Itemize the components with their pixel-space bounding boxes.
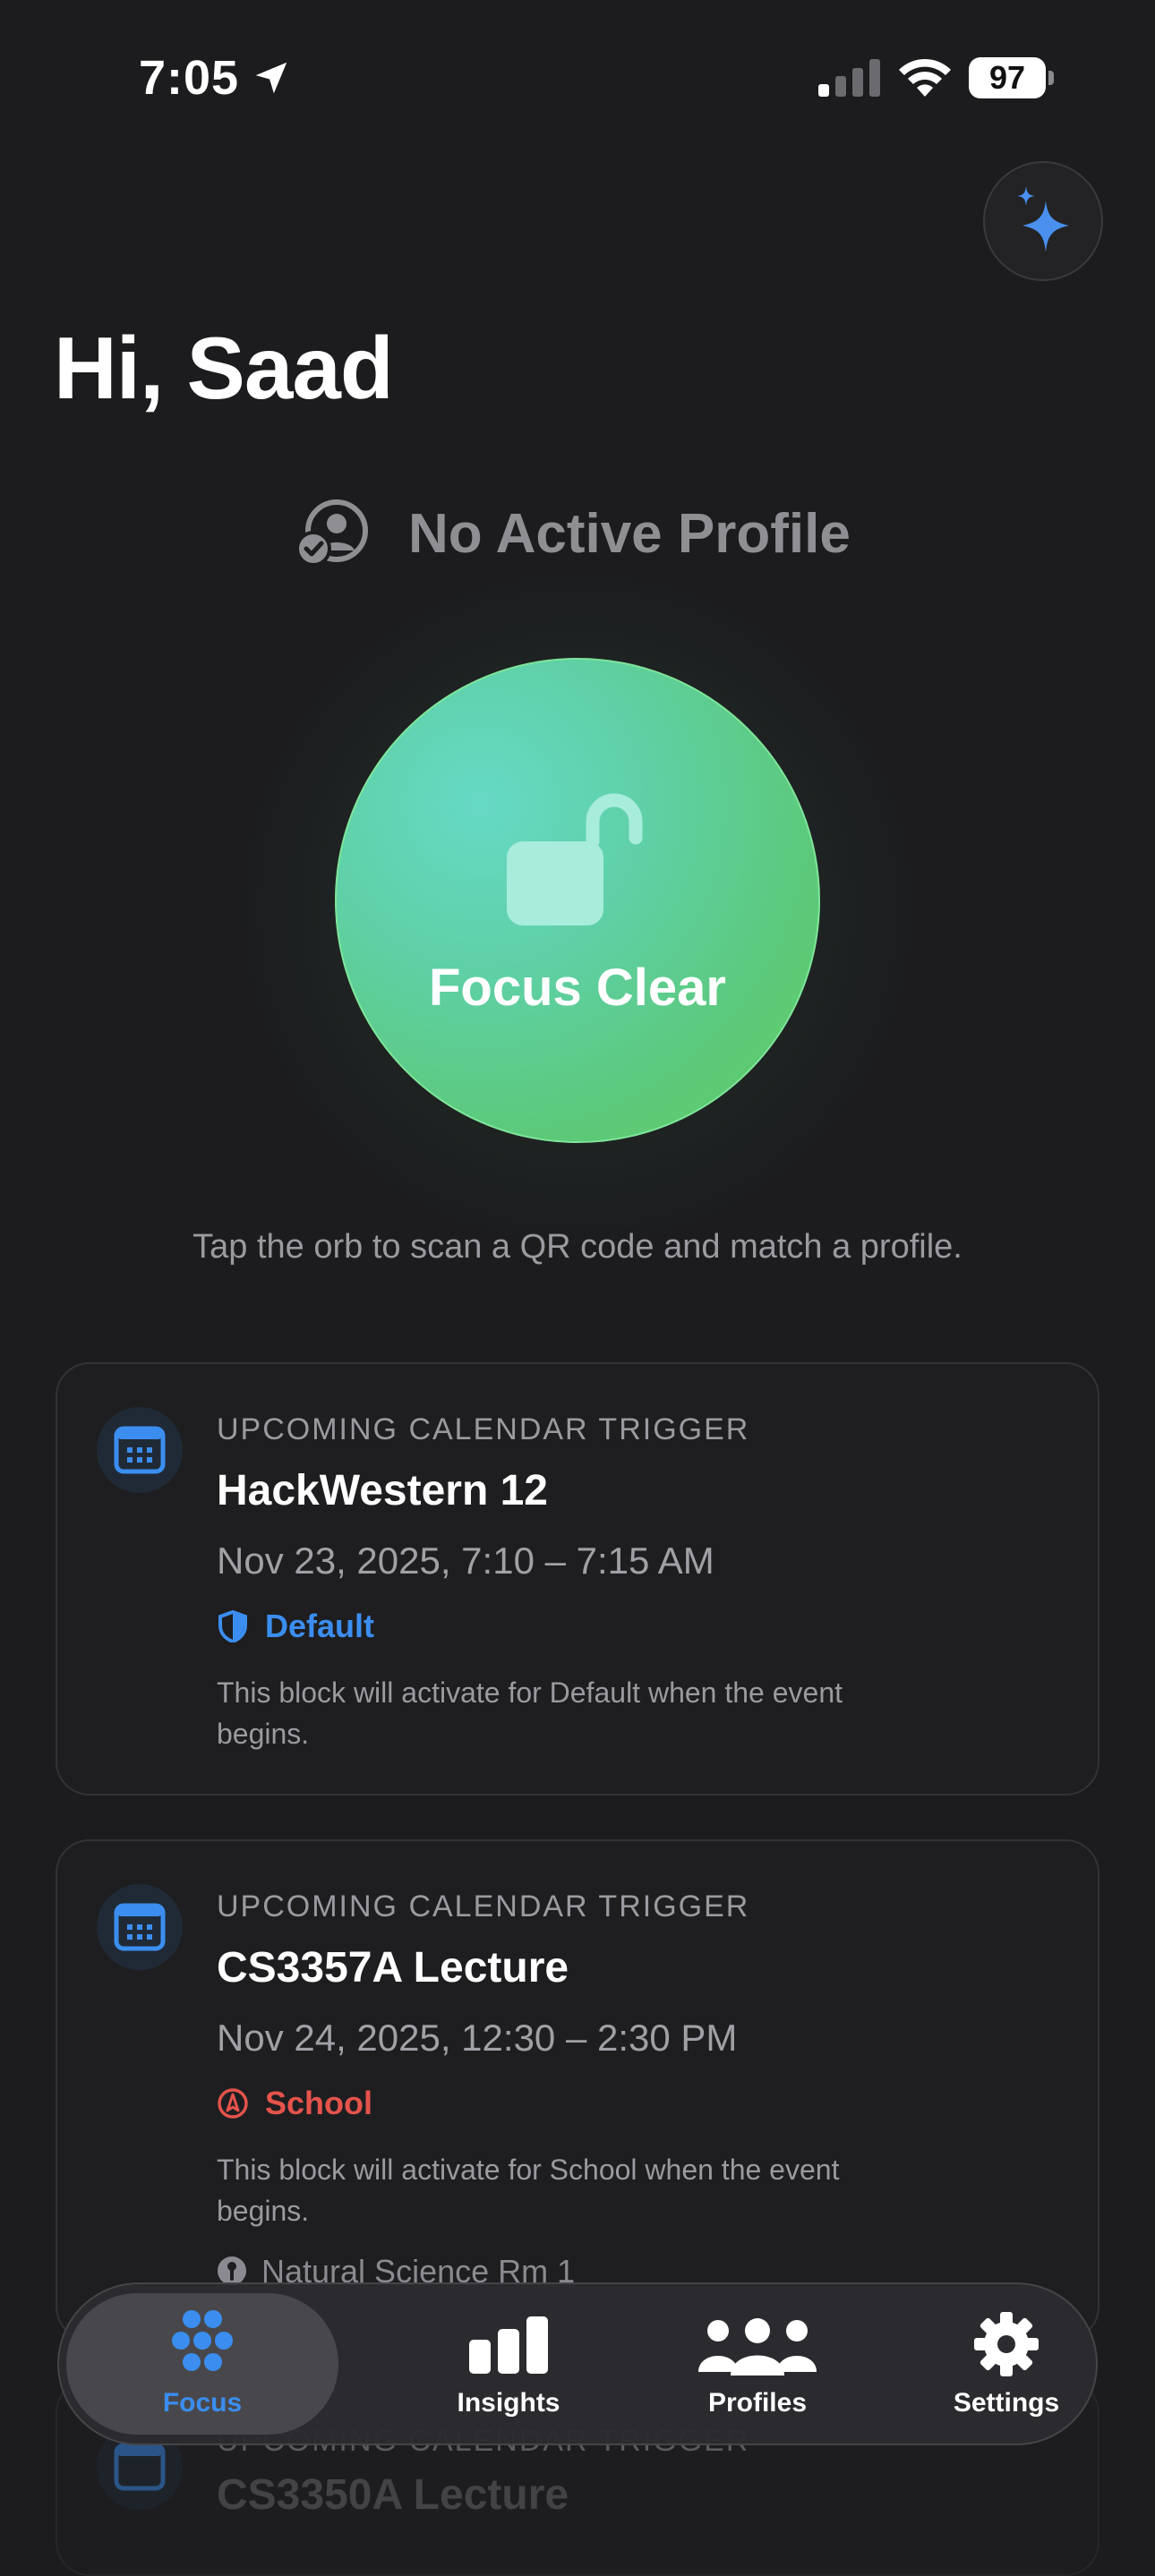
pin-icon — [218, 2256, 246, 2285]
calendar-icon-badge — [97, 1407, 183, 1493]
card-kicker: UPCOMING CALENDAR TRIGGER — [217, 1889, 750, 1923]
tab-bar: Focus Insights Profiles Settings — [57, 2282, 1098, 2445]
calendar-trigger-card[interactable]: UPCOMING CALENDAR TRIGGER HackWestern 12… — [56, 1362, 1099, 1796]
calendar-icon — [114, 1903, 166, 1951]
event-description: This block will activate for Default whe… — [217, 1676, 843, 1750]
tab-label: Profiles — [707, 2388, 808, 2418]
location-arrow-icon — [255, 62, 287, 94]
hexagon-cluster-icon — [172, 2310, 233, 2371]
event-profile: School — [217, 2085, 372, 2122]
card-title: CS3350A Lecture — [217, 2471, 569, 2519]
compass-icon — [218, 2088, 248, 2119]
battery-level: 97 — [988, 59, 1026, 96]
tab-label: Focus — [162, 2388, 243, 2418]
bar-chart-icon — [469, 2316, 548, 2374]
status-time: 7:05 — [139, 51, 240, 105]
ai-assistant-button[interactable] — [983, 161, 1103, 281]
tab-label: Settings — [953, 2388, 1060, 2418]
event-profile-name: School — [265, 2085, 373, 2121]
wifi-icon — [899, 58, 951, 97]
calendar-icon — [114, 2443, 166, 2491]
profile-check-icon — [297, 499, 368, 567]
event-description: This block will activate for School when… — [217, 2154, 840, 2227]
people-icon — [698, 2318, 817, 2376]
tab-insights[interactable]: Insights — [383, 2284, 634, 2444]
shield-icon — [218, 1610, 247, 1642]
event-title: HackWestern 12 — [217, 1467, 548, 1514]
greeting-title: Hi, Saad — [54, 319, 394, 417]
tab-settings[interactable]: Settings — [881, 2284, 1132, 2444]
card-kicker: UPCOMING CALENDAR TRIGGER — [217, 1412, 750, 1446]
sparkles-icon — [1017, 186, 1069, 252]
calendar-icon-badge — [97, 1884, 183, 1970]
event-profile: Default — [217, 1608, 374, 1645]
calendar-icon — [114, 1426, 166, 1474]
battery-indicator: 97 — [969, 57, 1055, 98]
tab-label: Insights — [457, 2388, 560, 2418]
event-title: CS3357A Lecture — [217, 1944, 569, 1992]
unlocked-lock-icon — [507, 793, 643, 925]
tab-focus[interactable]: Focus — [66, 2293, 338, 2435]
orb-hint-text: Tap the orb to scan a QR code and match … — [192, 1228, 962, 1266]
cellular-signal-icon — [818, 59, 880, 97]
tab-profiles[interactable]: Profiles — [632, 2284, 883, 2444]
event-time: Nov 24, 2025, 12:30 – 2:30 PM — [217, 2017, 738, 2059]
event-profile-name: Default — [265, 1608, 375, 1644]
event-time: Nov 23, 2025, 7:10 – 7:15 AM — [217, 1540, 714, 1582]
calendar-trigger-card[interactable]: UPCOMING CALENDAR TRIGGER CS3357A Lectur… — [56, 1839, 1099, 2341]
focus-status-label: Focus Clear — [429, 959, 726, 1017]
gear-icon — [974, 2312, 1039, 2376]
